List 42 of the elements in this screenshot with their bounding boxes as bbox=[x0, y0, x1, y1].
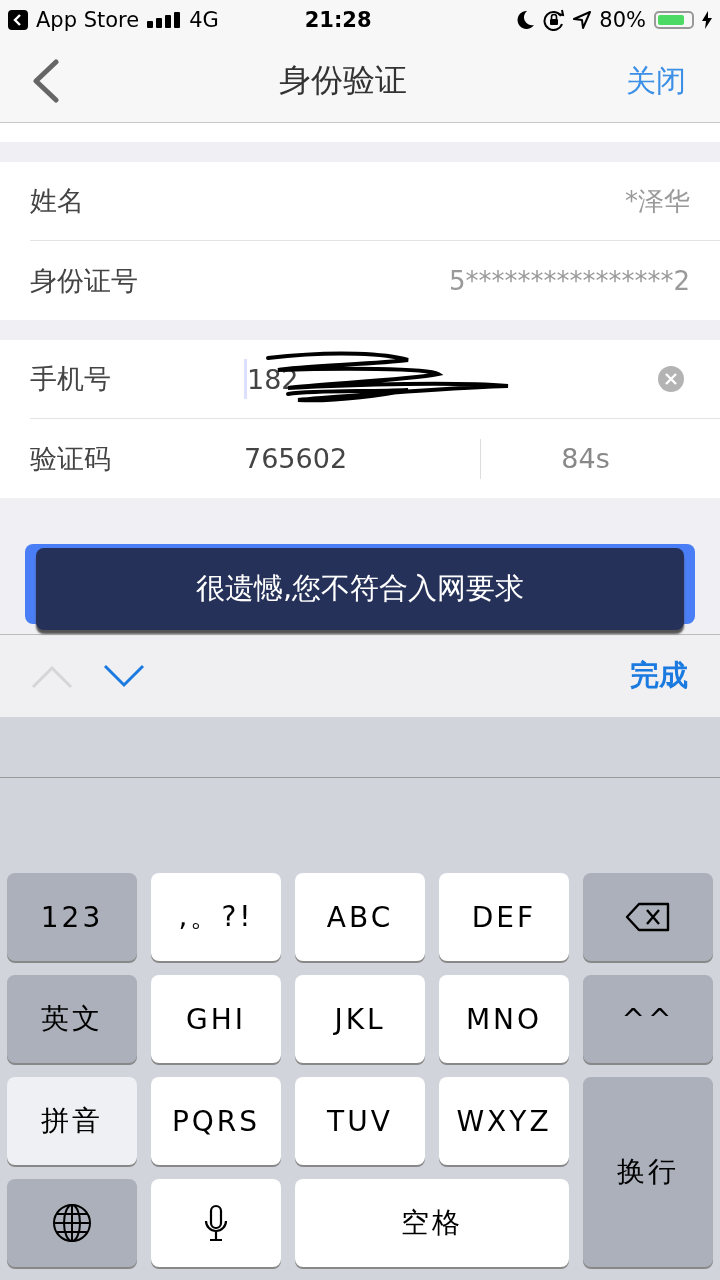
back-icon[interactable] bbox=[30, 59, 60, 103]
error-toast: 很遗憾,您不符合入网要求 bbox=[36, 548, 684, 630]
keyboard-key[interactable]: TUV bbox=[295, 1077, 425, 1165]
space-key[interactable]: 空格 bbox=[295, 1179, 569, 1267]
countdown-timer: 84s bbox=[560, 443, 611, 474]
keyboard-key[interactable]: 拼音 bbox=[7, 1077, 137, 1165]
keyboard-key[interactable]: WXYZ bbox=[439, 1077, 569, 1165]
battery-icon bbox=[654, 11, 694, 29]
location-arrow-icon bbox=[573, 11, 592, 29]
keyboard-key[interactable]: PQRS bbox=[151, 1077, 281, 1165]
keyboard-key[interactable]: 英文 bbox=[7, 975, 137, 1063]
field-value: *泽华 bbox=[625, 184, 690, 218]
return-key[interactable]: 换行 bbox=[583, 1077, 713, 1267]
globe-icon bbox=[52, 1203, 92, 1243]
clock-time: 21:28 bbox=[304, 8, 373, 32]
network-type: 4G bbox=[189, 8, 219, 32]
keyboard-key[interactable]: DEF bbox=[439, 873, 569, 961]
signal-icon bbox=[147, 12, 182, 28]
keyboard-key[interactable]: MNO bbox=[439, 975, 569, 1063]
keyboard-key[interactable]: ,。?! bbox=[151, 873, 281, 961]
backspace-icon bbox=[625, 902, 671, 932]
rotation-lock-icon bbox=[543, 9, 566, 31]
field-label: 验证码 bbox=[30, 441, 112, 476]
keyboard-key[interactable]: ^^ bbox=[583, 975, 713, 1063]
microphone-key[interactable] bbox=[151, 1179, 281, 1267]
done-button[interactable]: 完成 bbox=[630, 656, 688, 696]
delete-key[interactable] bbox=[583, 873, 713, 961]
field-label: 姓名 bbox=[30, 184, 85, 218]
keyboard-key[interactable]: GHI bbox=[151, 975, 281, 1063]
globe-key[interactable] bbox=[7, 1179, 137, 1267]
keyboard-key[interactable]: 123 bbox=[7, 873, 137, 961]
back-app-link[interactable]: App Store bbox=[36, 8, 140, 32]
keyboard-key[interactable]: ABC bbox=[295, 873, 425, 961]
moon-icon bbox=[517, 10, 536, 30]
battery-percent: 80% bbox=[599, 8, 646, 32]
field-label: 手机号 bbox=[30, 362, 112, 396]
keyboard-key[interactable]: JKL bbox=[295, 975, 425, 1063]
page-title: 身份验证 bbox=[279, 60, 407, 101]
microphone-icon bbox=[204, 1204, 228, 1242]
verification-code-input[interactable]: 765602 bbox=[244, 443, 480, 474]
field-value: 5****************2 bbox=[448, 265, 690, 296]
field-label: 身份证号 bbox=[30, 263, 139, 298]
